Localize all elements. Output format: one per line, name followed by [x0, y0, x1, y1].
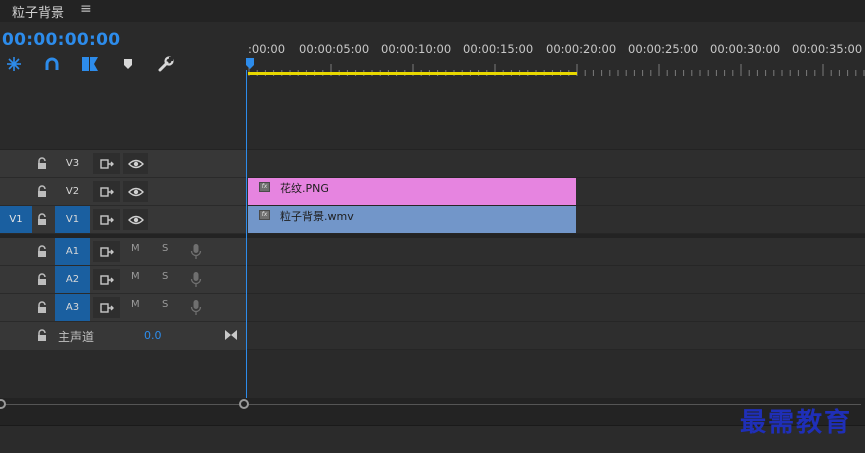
- sync-lock-icon[interactable]: [93, 241, 120, 262]
- snap-icon[interactable]: [4, 55, 24, 73]
- clip-video[interactable]: fx 粒子背景.wmv: [248, 206, 576, 233]
- wrench-icon[interactable]: [156, 55, 176, 73]
- microphone-icon[interactable]: [190, 243, 202, 260]
- clip-name: 花纹.PNG: [280, 182, 329, 195]
- track-header-v3: V3: [0, 150, 246, 178]
- ruler-label: 00:00:20:00: [546, 42, 617, 56]
- fx-badge-icon: fx: [259, 210, 270, 220]
- timeline-panel: 粒子背景 ≡ 00:00:00:00 :00:00 00:00:05:00 00…: [0, 0, 865, 453]
- lock-icon[interactable]: [36, 301, 48, 314]
- lock-icon[interactable]: [36, 245, 48, 258]
- lock-icon[interactable]: [36, 213, 48, 226]
- time-ruler[interactable]: :00:00 00:00:05:00 00:00:10:00 00:00:15:…: [246, 22, 865, 78]
- timeline-empty-area: [247, 350, 865, 398]
- sequence-tab-title[interactable]: 粒子背景: [12, 2, 64, 21]
- track-header-v1: V1 V1: [0, 206, 246, 234]
- scroll-handle-left[interactable]: [0, 399, 6, 409]
- playhead-line[interactable]: [246, 70, 247, 402]
- solo-button[interactable]: S: [162, 299, 168, 310]
- track-target-v2[interactable]: V2: [55, 178, 90, 205]
- solo-button[interactable]: S: [162, 243, 168, 254]
- track-lane-a1[interactable]: [247, 238, 865, 266]
- go-to-in-out-icon[interactable]: [224, 329, 238, 341]
- playhead-handle[interactable]: [246, 58, 254, 70]
- track-header-v2: V2: [0, 178, 246, 206]
- ruler-label: 00:00:35:00: [792, 42, 863, 56]
- mute-button[interactable]: M: [131, 271, 140, 282]
- track-target-v3[interactable]: V3: [55, 150, 90, 177]
- scroll-track[interactable]: [4, 404, 861, 405]
- track-header-master: 主声道 0.0: [0, 322, 246, 350]
- track-target-a2[interactable]: A2: [55, 266, 90, 293]
- track-header-a3: A3 M S: [0, 294, 246, 322]
- lock-icon[interactable]: [36, 157, 48, 170]
- sync-lock-icon[interactable]: [93, 181, 120, 202]
- header-empty-area: [0, 350, 246, 398]
- track-lane-a2[interactable]: [247, 266, 865, 294]
- clip-name: 粒子背景.wmv: [280, 210, 354, 223]
- master-volume-value[interactable]: 0.0: [144, 329, 162, 342]
- fx-badge-icon: fx: [259, 182, 270, 192]
- solo-button[interactable]: S: [162, 271, 168, 282]
- track-header-a1: A1 M S: [0, 238, 246, 266]
- ruler-label: 00:00:05:00: [299, 42, 370, 56]
- ruler-label: 00:00:30:00: [710, 42, 781, 56]
- track-target-a1[interactable]: A1: [55, 238, 90, 265]
- lock-icon[interactable]: [36, 329, 48, 342]
- track-target-a3[interactable]: A3: [55, 294, 90, 321]
- microphone-icon[interactable]: [190, 271, 202, 288]
- marker-icon[interactable]: [118, 55, 138, 73]
- source-patch-v1[interactable]: V1: [0, 206, 32, 233]
- sync-lock-icon[interactable]: [93, 209, 120, 230]
- clip-graphic[interactable]: fx 花纹.PNG: [248, 178, 576, 205]
- track-target-v1[interactable]: V1: [55, 206, 90, 233]
- track-lane-a3[interactable]: [247, 294, 865, 322]
- panel-header: 粒子背景 ≡: [0, 0, 865, 22]
- scroll-handle-right[interactable]: [239, 399, 249, 409]
- playhead-timecode[interactable]: 00:00:00:00: [2, 30, 120, 50]
- eye-icon[interactable]: [123, 181, 148, 202]
- work-area-bar[interactable]: [248, 72, 577, 75]
- lock-icon[interactable]: [36, 185, 48, 198]
- linked-selection-icon[interactable]: [42, 55, 62, 73]
- track-lane-v3[interactable]: [247, 150, 865, 178]
- sync-lock-icon[interactable]: [93, 297, 120, 318]
- mute-button[interactable]: M: [131, 243, 140, 254]
- ruler-label: 00:00:10:00: [381, 42, 452, 56]
- hamburger-icon[interactable]: ≡: [80, 1, 92, 17]
- add-marker-icon[interactable]: [80, 55, 100, 73]
- eye-icon[interactable]: [123, 209, 148, 230]
- bottom-strip: [0, 425, 865, 453]
- watermark: 最需教育: [740, 408, 853, 438]
- lock-icon[interactable]: [36, 273, 48, 286]
- timeline-empty-area: [246, 78, 865, 149]
- ruler-label: :00:00: [248, 42, 286, 56]
- ruler-label: 00:00:25:00: [628, 42, 699, 56]
- sync-lock-icon[interactable]: [93, 153, 120, 174]
- track-lane-master[interactable]: [247, 322, 865, 350]
- timeline-controls: 00:00:00:00: [0, 22, 246, 149]
- track-header-a2: A2 M S: [0, 266, 246, 294]
- microphone-icon[interactable]: [190, 299, 202, 316]
- ruler-label: 00:00:15:00: [463, 42, 534, 56]
- mute-button[interactable]: M: [131, 299, 140, 310]
- eye-icon[interactable]: [123, 153, 148, 174]
- horizontal-zoom-scrollbar[interactable]: [0, 398, 865, 425]
- sync-lock-icon[interactable]: [93, 269, 120, 290]
- master-track-label: 主声道: [58, 330, 95, 344]
